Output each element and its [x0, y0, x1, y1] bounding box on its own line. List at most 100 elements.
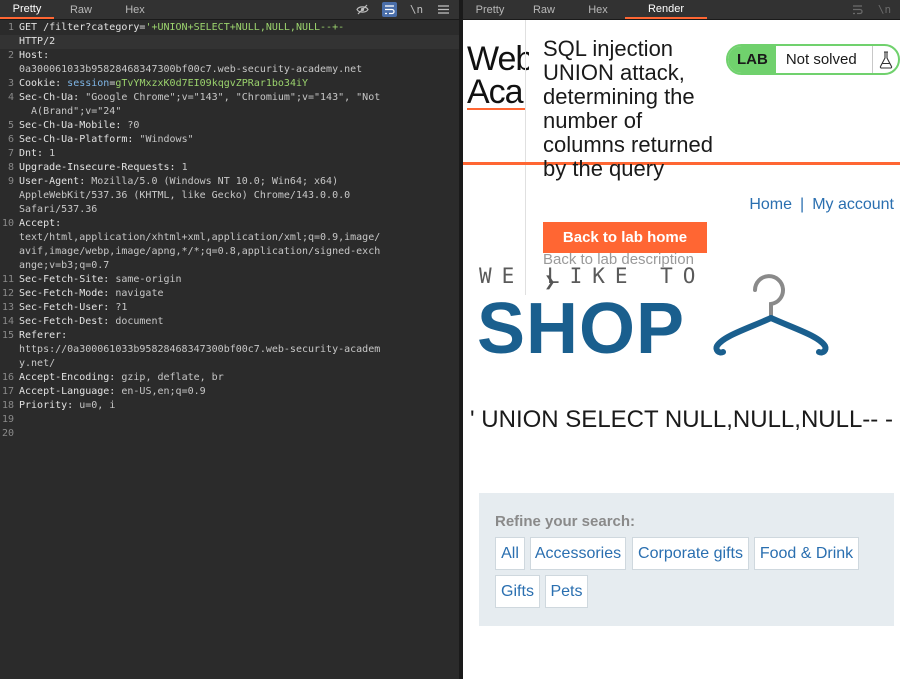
editor-line[interactable]: y.net/: [0, 357, 459, 371]
editor-line[interactable]: 16 Accept-Encoding: gzip, deflate, br: [0, 371, 459, 385]
line-code: HTTP/2: [19, 35, 459, 49]
editor-line[interactable]: avif,image/webp,image/apng,*/*;q=0.8,app…: [0, 245, 459, 259]
editor-line[interactable]: HTTP/2: [0, 35, 459, 49]
line-number: 12: [1, 288, 14, 299]
tab-pretty[interactable]: Pretty: [463, 0, 517, 19]
code-token: '+UNION+SELECT+NULL,NULL,NULL--+-: [145, 22, 345, 33]
editor-line[interactable]: 18 Priority: u=0, i: [0, 399, 459, 413]
editor-line[interactable]: 11 Sec-Fetch-Site: same-origin: [0, 273, 459, 287]
tab-render[interactable]: Render: [625, 0, 707, 19]
nav-home-link[interactable]: Home: [749, 196, 792, 214]
academy-logo[interactable]: Web Aca: [467, 40, 529, 110]
code-token: text/html,application/xhtml+xml,applicat…: [19, 232, 381, 243]
editor-line[interactable]: 19: [0, 413, 459, 427]
editor-line[interactable]: 6 Sec-Ch-Ua-Platform: "Windows": [0, 133, 459, 147]
line-number: [0, 357, 19, 371]
editor-line[interactable]: 9 User-Agent: Mozilla/5.0 (Windows NT 10.…: [0, 175, 459, 189]
line-code: Host:: [19, 49, 459, 63]
line-number: 20: [1, 428, 14, 439]
editor-line[interactable]: 4 Sec-Ch-Ua: "Google Chrome";v="143", "Ch…: [0, 91, 459, 105]
line-code: Safari/537.36: [19, 203, 459, 217]
lab-status-text: Not solved: [785, 51, 857, 68]
rendered-page: Web Aca LAB Not solved SQL injection UNI…: [463, 20, 900, 679]
line-number: 13: [1, 302, 14, 313]
line-number: [0, 343, 19, 357]
line-number: 5: [7, 120, 14, 131]
tab-pretty[interactable]: Pretty: [0, 0, 54, 19]
line-number: 7: [7, 148, 14, 159]
code-token: gzip, deflate, br: [121, 372, 224, 383]
response-panel: Pretty Raw Hex Render \n Web Aca LAB Not…: [463, 0, 900, 679]
editor-line[interactable]: 14 Sec-Fetch-Dest: document: [0, 315, 459, 329]
tab-hex[interactable]: Hex: [571, 0, 625, 19]
line-number: 6: [7, 134, 14, 145]
line-number: 17: [1, 386, 14, 397]
line-number: 2: [7, 50, 14, 61]
editor-line[interactable]: 3 Cookie: session=gTvYMxzxK0d7EI09kqgvZPR…: [0, 77, 459, 91]
nav-separator: |: [800, 196, 805, 213]
code-token: "Windows": [139, 134, 194, 145]
nav-my-account-link[interactable]: My account: [812, 196, 894, 214]
line-code: A(Brand";v="24": [19, 105, 459, 119]
back-to-lab-description-link[interactable]: Back to lab description: [543, 251, 694, 268]
editor-line[interactable]: 5 Sec-Ch-Ua-Mobile: ?0: [0, 119, 459, 133]
editor-line[interactable]: 10 Accept:: [0, 217, 459, 231]
eye-off-icon[interactable]: [355, 2, 370, 17]
category-pets[interactable]: Pets: [545, 575, 588, 608]
line-number: [0, 231, 19, 245]
wrap-icon[interactable]: [382, 2, 397, 17]
logo-text-line2: Aca: [467, 73, 524, 110]
chevron-right-icon[interactable]: ❯: [544, 273, 556, 290]
line-number: 8: [7, 162, 14, 173]
code-token: HTTP/2: [19, 36, 56, 47]
category-corporate-gifts[interactable]: Corporate gifts: [632, 537, 749, 570]
code-token: same-origin: [115, 274, 182, 285]
newline-toggle[interactable]: \n: [409, 2, 424, 17]
editor-line[interactable]: 20: [0, 427, 459, 441]
menu-icon[interactable]: [436, 2, 451, 17]
editor-line[interactable]: 2 Host:: [0, 49, 459, 63]
editor-line[interactable]: 12 Sec-Fetch-Mode: navigate: [0, 287, 459, 301]
hanger-icon: [713, 274, 829, 356]
line-code: ange;v=b3;q=0.7: [19, 259, 459, 273]
code-token: 1: [181, 162, 188, 173]
category-accessories[interactable]: Accessories: [530, 537, 626, 570]
editor-line[interactable]: https://0a300061033b95828468347300bf00c7…: [0, 343, 459, 357]
back-to-lab-home-button[interactable]: Back to lab home: [543, 222, 707, 253]
tab-raw[interactable]: Raw: [54, 0, 108, 19]
category-all[interactable]: All: [495, 537, 525, 570]
line-code: Sec-Fetch-User: ?1: [19, 301, 459, 315]
code-token: gTvYMxzxK0d7EI09kqgvZPRar1bo34iY: [115, 78, 309, 89]
response-view-tabs: Pretty Raw Hex Render \n: [463, 0, 900, 20]
editor-line[interactable]: 7 Dnt: 1: [0, 147, 459, 161]
editor-line[interactable]: 15 Referer:: [0, 329, 459, 343]
editor-line[interactable]: 8 Upgrade-Insecure-Requests: 1: [0, 161, 459, 175]
editor-line[interactable]: text/html,application/xhtml+xml,applicat…: [0, 231, 459, 245]
line-code: avif,image/webp,image/apng,*/*;q=0.8,app…: [19, 245, 459, 259]
code-token: 0a300061033b95828468347300bf00c7.web-sec…: [19, 64, 363, 75]
tab-hex[interactable]: Hex: [108, 0, 162, 19]
line-code: text/html,application/xhtml+xml,applicat…: [19, 231, 459, 245]
editor-line[interactable]: 0a300061033b95828468347300bf00c7.web-sec…: [0, 63, 459, 77]
category-gifts[interactable]: Gifts: [495, 575, 540, 608]
editor-line[interactable]: 17 Accept-Language: en-US,en;q=0.9: [0, 385, 459, 399]
editor-line[interactable]: AppleWebKit/537.36 (KHTML, like Gecko) C…: [0, 189, 459, 203]
tab-raw[interactable]: Raw: [517, 0, 571, 19]
request-editor[interactable]: 1 GET /filter?category='+UNION+SELECT+NUL…: [0, 21, 459, 679]
editor-line[interactable]: A(Brand";v="24": [0, 105, 459, 119]
editor-line[interactable]: 1 GET /filter?category='+UNION+SELECT+NUL…: [0, 21, 459, 35]
category-food-drink[interactable]: Food & Drink: [754, 537, 859, 570]
editor-line[interactable]: 13 Sec-Fetch-User: ?1: [0, 301, 459, 315]
code-token: Sec-Fetch-Dest:: [19, 316, 116, 327]
line-number: 19: [1, 414, 14, 425]
code-token: Safari/537.36: [19, 204, 98, 215]
line-number: 18: [1, 400, 14, 411]
editor-line[interactable]: Safari/537.36: [0, 203, 459, 217]
editor-line[interactable]: ange;v=b3;q=0.7: [0, 259, 459, 273]
line-code: User-Agent: Mozilla/5.0 (Windows NT 10.0…: [19, 175, 459, 189]
code-token: Mozilla/5.0 (Windows NT 10.0; Win64; x64…: [91, 176, 339, 187]
line-number: 4: [7, 92, 14, 103]
code-token: session: [67, 78, 110, 89]
line-code: Sec-Ch-Ua-Platform: "Windows": [19, 133, 459, 147]
